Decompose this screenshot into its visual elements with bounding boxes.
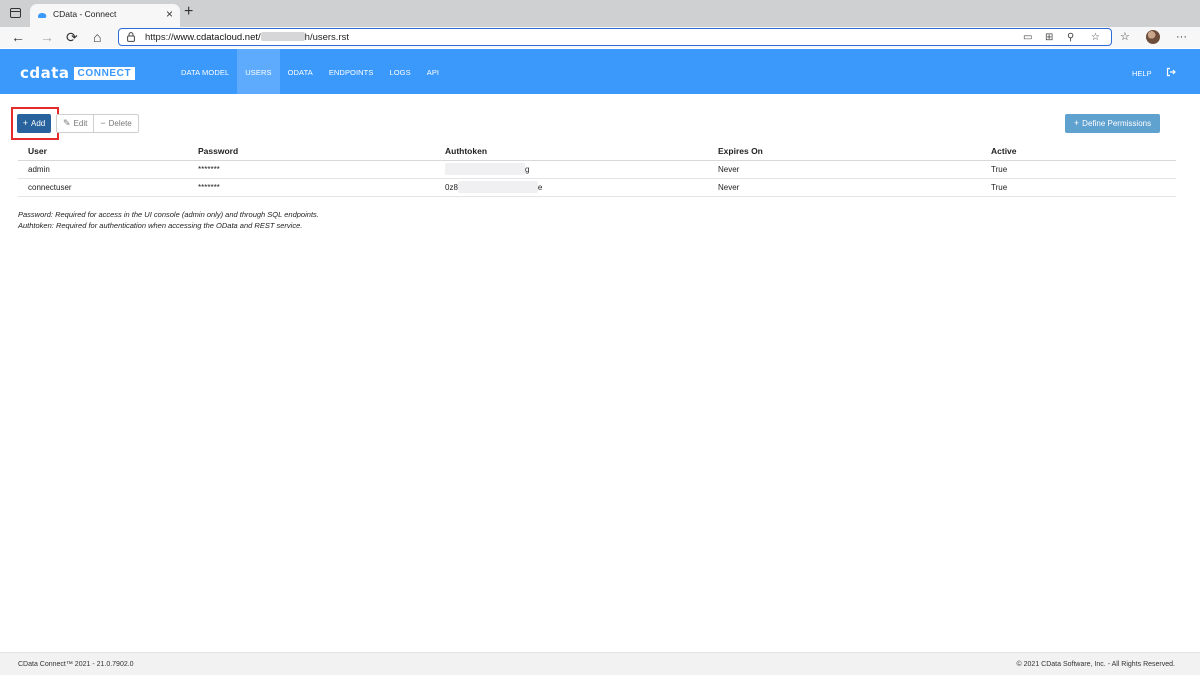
nav-endpoints[interactable]: ENDPOINTS (321, 49, 382, 94)
column-header-authtoken[interactable]: Authtoken (445, 142, 718, 161)
redacted-token (457, 181, 538, 193)
url-text: https://www.cdatacloud.net/h/users.rst (145, 32, 350, 43)
nav-data-model[interactable]: DATA MODEL (173, 49, 237, 94)
home-icon[interactable]: ⌂ (93, 28, 101, 46)
app-header: cdata CONNECT DATA MODEL USERS ODATA ENDP… (0, 49, 1200, 94)
column-header-password[interactable]: Password (198, 142, 445, 161)
browser-toolbar: ← → ⟳ ⌂ https://www.cdatacloud.net/h/use… (0, 27, 1200, 48)
cell-user: connectuser (18, 178, 198, 197)
cell-password: ******* (198, 160, 445, 179)
new-tab-icon[interactable]: + (184, 3, 193, 21)
add-button[interactable]: + Add (17, 114, 51, 133)
column-header-user[interactable]: User (18, 142, 198, 161)
nav-odata[interactable]: ODATA (280, 49, 321, 94)
cdata-favicon-icon (38, 13, 47, 18)
table-row[interactable]: admin ******* g Never True (18, 160, 1176, 179)
table-row[interactable]: connectuser ******* 0z8 e Never True (18, 178, 1176, 197)
password-note: Password: Required for access in the UI … (18, 210, 319, 219)
cell-expires-on: Never (718, 178, 991, 197)
help-notes: Password: Required for access in the UI … (18, 209, 319, 231)
footer: CData Connect™ 2021 - 21.0.7902.0 © 2021… (0, 652, 1200, 675)
plus-icon: + (22, 118, 29, 128)
top-navigation: DATA MODEL USERS ODATA ENDPOINTS LOGS AP… (173, 49, 447, 94)
define-permissions-button[interactable]: + Define Permissions (1065, 114, 1160, 133)
cdata-connect-logo[interactable]: cdata CONNECT (20, 65, 136, 83)
nav-logs[interactable]: LOGS (381, 49, 418, 94)
edit-button[interactable]: ✎ Edit (57, 115, 93, 132)
minus-icon: − (100, 118, 106, 128)
favorite-add-icon[interactable]: ☆ (1091, 32, 1100, 44)
edit-icon: ✎ (63, 118, 71, 128)
authtoken-note: Authtoken: Required for authentication w… (18, 221, 303, 230)
back-icon[interactable]: ← (11, 28, 25, 46)
redacted-token (445, 163, 525, 175)
cell-user: admin (18, 160, 198, 179)
address-bar[interactable]: https://www.cdatacloud.net/h/users.rst ▭… (118, 28, 1112, 46)
tab-title: CData - Connect (53, 9, 117, 19)
logout-icon[interactable] (1166, 67, 1176, 77)
nav-api[interactable]: API (419, 49, 447, 94)
app-available-icon[interactable]: ⊞ (1045, 32, 1053, 44)
close-tab-icon[interactable]: × (166, 7, 173, 21)
cell-authtoken: 0z8 e (445, 178, 718, 197)
read-aloud-icon[interactable]: ▭ (1023, 32, 1032, 44)
edit-delete-group: ✎ Edit − Delete (56, 114, 139, 133)
cell-active: True (991, 178, 1176, 197)
cell-active: True (991, 160, 1176, 179)
footer-copyright: © 2021 CData Software, Inc. - All Rights… (1016, 661, 1175, 668)
lock-icon (127, 32, 135, 42)
browser-tab[interactable]: CData - Connect × (30, 4, 180, 27)
help-link[interactable]: HELP (1132, 69, 1152, 78)
key-icon[interactable]: ⚲ (1067, 32, 1074, 44)
nav-users[interactable]: USERS (237, 49, 280, 94)
column-header-expires-on[interactable]: Expires On (718, 142, 991, 161)
more-icon[interactable]: ··· (1176, 30, 1187, 44)
column-header-active[interactable]: Active (991, 142, 1176, 161)
delete-button[interactable]: − Delete (93, 115, 137, 132)
users-table: User Password Authtoken Expires On Activ… (18, 142, 1176, 197)
profile-avatar[interactable] (1146, 30, 1160, 44)
plus-icon: + (1073, 118, 1080, 128)
footer-version: CData Connect™ 2021 - 21.0.7902.0 (18, 661, 134, 668)
cell-expires-on: Never (718, 160, 991, 179)
cell-authtoken: g (445, 160, 718, 179)
browser-tab-strip: CData - Connect × + (0, 0, 1200, 27)
tab-actions-icon[interactable] (10, 8, 21, 18)
favorites-icon[interactable]: ☆ (1120, 30, 1130, 44)
table-header-row: User Password Authtoken Expires On Activ… (18, 142, 1176, 161)
forward-icon[interactable]: → (40, 28, 54, 46)
redacted-url-segment (260, 32, 305, 41)
reload-icon[interactable]: ⟳ (66, 28, 78, 46)
cell-password: ******* (198, 178, 445, 197)
